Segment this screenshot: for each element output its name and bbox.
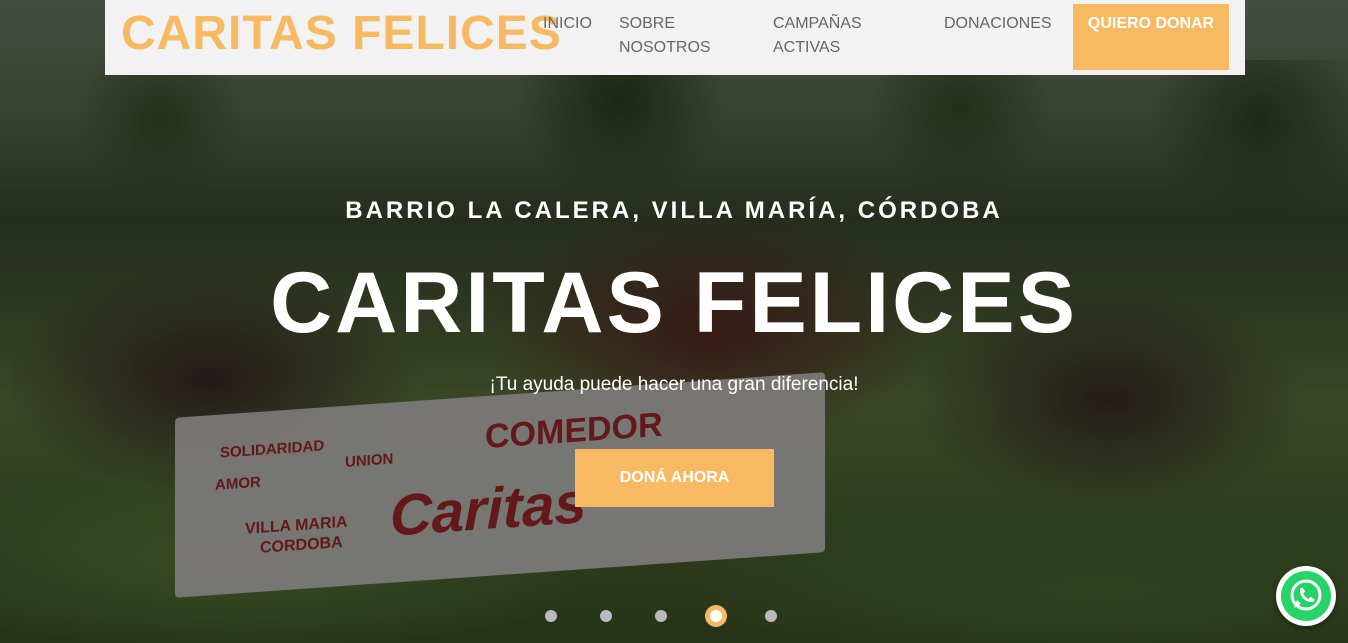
hero-subtitle: BARRIO LA CALERA, VILLA MARÍA, CÓRDOBA xyxy=(345,197,1003,224)
nav-item-sobre-nosotros[interactable]: SOBRE NOSOTROS xyxy=(619,12,729,60)
nav-item-donaciones[interactable]: DONACIONES xyxy=(944,12,1052,36)
carousel-dot-3[interactable] xyxy=(655,610,667,622)
dona-ahora-button[interactable]: DONÁ AHORA xyxy=(575,449,774,507)
whatsapp-icon xyxy=(1281,571,1331,621)
site-header: CARITAS FELICES INICIO SOBRE NOSOTROS CA… xyxy=(105,0,1245,75)
hero-tagline: ¡Tu ayuda puede hacer una gran diferenci… xyxy=(489,374,859,395)
carousel-dot-5[interactable] xyxy=(765,610,777,622)
site-logo[interactable]: CARITAS FELICES xyxy=(121,6,562,61)
carousel-dot-1[interactable] xyxy=(545,610,557,622)
nav-item-inicio[interactable]: INICIO xyxy=(543,12,592,36)
whatsapp-button[interactable] xyxy=(1276,566,1336,626)
nav-item-campanas-activas[interactable]: CAMPAÑAS ACTIVAS xyxy=(773,12,893,60)
carousel-dot-2[interactable] xyxy=(600,610,612,622)
hero-title: CARITAS FELICES xyxy=(270,255,1078,351)
carousel-dot-4[interactable] xyxy=(705,605,727,627)
carousel-indicators xyxy=(540,605,790,630)
quiero-donar-button[interactable]: QUIERO DONAR xyxy=(1073,4,1229,70)
